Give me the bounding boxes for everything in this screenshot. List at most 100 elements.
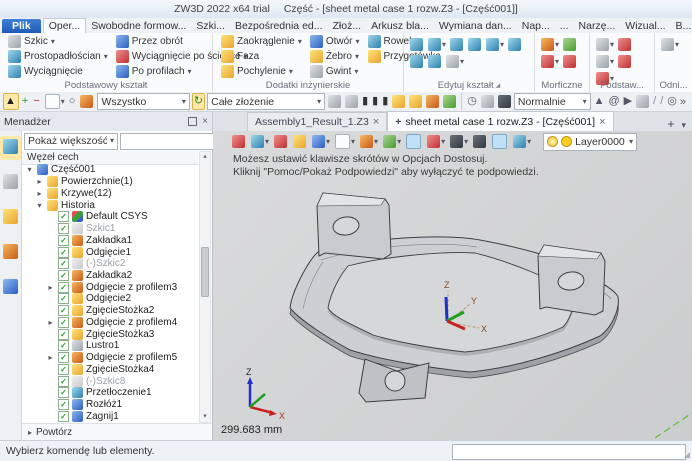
tree-scrollbar[interactable]: ▴ ▾ <box>199 151 211 423</box>
expander-icon[interactable]: ▸ <box>46 318 55 327</box>
remove-selection[interactable]: − <box>32 93 41 110</box>
menu-tab[interactable]: Bezpośrednia ed... <box>230 19 328 33</box>
column-1[interactable]: ▮ <box>361 94 369 109</box>
expander-icon[interactable]: ▾ <box>35 201 44 210</box>
tab-close-icon[interactable]: × <box>599 116 605 128</box>
unfold-feature[interactable]: Rozłóż1 <box>22 399 198 411</box>
tab-feature[interactable]: Zakładka2 <box>22 270 198 282</box>
menu-tab[interactable]: Swobodne formow... <box>86 19 191 33</box>
repeat-section[interactable]: ▸ Powtórz <box>22 423 212 440</box>
profile-flange-feature[interactable]: ▸ Odgięcie z profilem3 <box>22 281 198 293</box>
history-clock[interactable]: ◷ <box>466 94 478 109</box>
menu-tab[interactable]: Narzę... <box>574 19 621 33</box>
quick-access-icon[interactable] <box>33 3 45 15</box>
wireframe-mode[interactable]: ▾ <box>334 133 356 150</box>
feature-checkbox[interactable] <box>58 211 69 222</box>
sketch-feature[interactable]: (-)Szkic8 <box>22 375 198 387</box>
emboss-feature[interactable]: Przetłoczenie1 <box>22 387 198 399</box>
menu-tab[interactable]: B... <box>671 19 692 33</box>
expander-icon[interactable]: ▸ <box>35 189 44 198</box>
line-snap-1[interactable]: / <box>652 94 657 109</box>
panel-close-icon[interactable]: × <box>202 117 208 127</box>
status-icon[interactable] <box>402 444 415 457</box>
scrollbar-thumb[interactable] <box>201 247 209 297</box>
quick-access-icon[interactable] <box>63 3 75 15</box>
feature-checkbox[interactable] <box>58 223 69 234</box>
background-bar[interactable] <box>472 134 488 149</box>
datum-grid[interactable]: ▾ <box>595 37 615 52</box>
menu-tab[interactable]: Plik <box>2 19 41 33</box>
graphics-viewport[interactable]: Z Y X Z X <box>213 131 692 440</box>
sketch[interactable]: Szkic ▾ <box>4 34 112 49</box>
feature-checkbox[interactable] <box>58 411 69 422</box>
display-manager[interactable]: ▾ <box>449 134 469 149</box>
shade-gold[interactable] <box>292 134 308 149</box>
tree-filter-combo[interactable]: Pokaż większość ▾ <box>24 133 118 150</box>
shape-divide[interactable]: ▾ <box>485 37 505 52</box>
shape-add[interactable] <box>409 37 425 52</box>
flange-feature[interactable]: Odgięcie1 <box>22 246 198 258</box>
dialog-launcher-icon[interactable]: ◢ <box>496 82 501 89</box>
datum-axis[interactable]: ▾ <box>595 54 615 69</box>
viewport-corner[interactable] <box>405 133 423 150</box>
display-mode-combo[interactable]: Normalnie ▾ <box>514 93 591 110</box>
feature-checkbox[interactable] <box>58 270 69 281</box>
taper[interactable] <box>562 54 578 69</box>
wrap[interactable]: ▾ <box>540 37 560 52</box>
feature-checkbox[interactable] <box>58 293 69 304</box>
menu-tab[interactable]: Arkusz bla... <box>366 19 434 33</box>
feature-checkbox[interactable] <box>58 305 69 316</box>
rib[interactable]: Żebro ▾ <box>306 49 364 64</box>
clipboard[interactable] <box>391 94 406 109</box>
shape-display[interactable]: ▾ <box>512 134 532 149</box>
cone-bend-feature[interactable]: ZgięcieStożka4 <box>22 363 198 375</box>
folder-library[interactable] <box>408 94 423 109</box>
layer-bulb-icon[interactable] <box>547 136 558 147</box>
snap-at[interactable]: @ <box>608 94 621 109</box>
status-input[interactable] <box>452 444 686 460</box>
scroll-up-icon[interactable]: ▴ <box>203 152 207 162</box>
twist[interactable]: ▾ <box>540 54 560 69</box>
curves-folder[interactable]: ▸ Krzywe(12) <box>22 187 198 199</box>
role-manager[interactable] <box>0 276 21 300</box>
feature-checkbox[interactable] <box>58 340 69 351</box>
feature-checkbox[interactable] <box>58 364 69 375</box>
shape-fillet-edge[interactable] <box>507 37 523 52</box>
thread[interactable]: Gwint ▾ <box>306 64 364 79</box>
quick-access-icon[interactable] <box>18 3 30 15</box>
shape-trim[interactable] <box>467 37 483 52</box>
expander-icon[interactable]: ▸ <box>46 283 55 292</box>
section-view[interactable]: ▾ <box>426 134 446 149</box>
feature-checkbox[interactable] <box>58 329 69 340</box>
background-plane[interactable] <box>491 133 509 150</box>
cursor-mode[interactable]: ▲ <box>593 94 606 109</box>
feature-checkbox[interactable] <box>58 376 69 387</box>
erase-marks[interactable] <box>273 134 289 149</box>
circle-snap[interactable]: ◎ <box>666 94 678 109</box>
datum-csys[interactable] <box>617 54 633 69</box>
clip-plane[interactable] <box>480 94 495 109</box>
draft[interactable]: Pochylenie ▾ <box>217 64 306 79</box>
scroll-down-icon[interactable]: ▾ <box>203 412 207 422</box>
expander-icon[interactable]: ▾ <box>25 165 34 174</box>
shape-offset[interactable] <box>409 54 425 69</box>
folder-session[interactable] <box>425 94 440 109</box>
quick-access-icon[interactable] <box>123 3 135 15</box>
play-animation[interactable]: ▶ <box>623 94 633 109</box>
shape-thicken[interactable] <box>427 54 443 69</box>
status-icon[interactable] <box>420 444 433 457</box>
history-manager[interactable] <box>0 136 21 160</box>
fold-feature[interactable]: Zagnij1 <box>22 410 198 422</box>
column-2[interactable]: ▮ <box>371 94 379 109</box>
hole[interactable]: Otwór ▾ <box>306 34 364 49</box>
feature-checkbox[interactable] <box>58 387 69 398</box>
box[interactable]: Prostopadłościan ▾ <box>4 49 112 64</box>
feature-checkbox[interactable] <box>58 235 69 246</box>
expander-icon[interactable]: ▸ <box>46 353 55 362</box>
shape-remove[interactable]: ▾ <box>427 37 447 52</box>
mirror-feature[interactable]: Lustro1 <box>22 340 198 352</box>
resize-grip-icon[interactable]: ◢ <box>684 450 690 459</box>
extrude[interactable]: Wyciągnięcie <box>4 64 112 79</box>
cone-bend-feature[interactable]: ZgięcieStożka2 <box>22 305 198 317</box>
visual-manager[interactable] <box>0 206 21 230</box>
